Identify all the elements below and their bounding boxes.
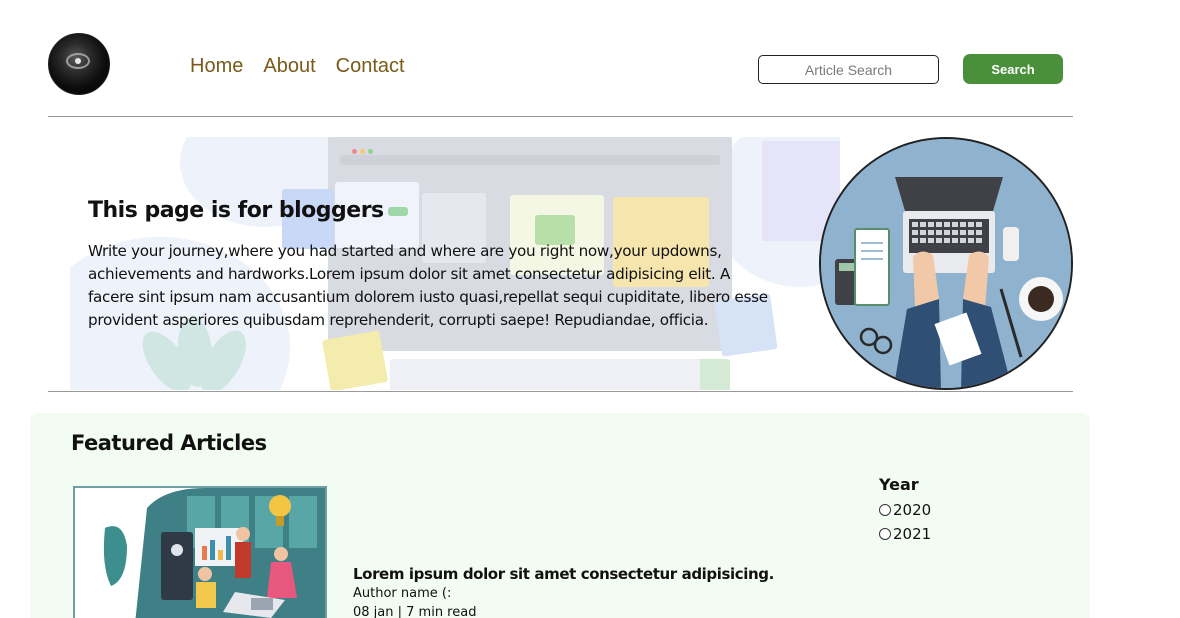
year-option-2020[interactable]: 2020 [879, 501, 931, 519]
laptop-desk-illustration [819, 137, 1073, 390]
year-option-label: 2020 [893, 501, 932, 519]
year-option-label: 2021 [893, 525, 932, 543]
article-search-input[interactable] [758, 55, 939, 84]
hero-description: Write your journey,where you had started… [88, 242, 768, 329]
nav-about-link[interactable]: About [263, 55, 315, 78]
header-divider [48, 116, 1073, 117]
nav-contact-link[interactable]: Contact [336, 55, 405, 78]
article-author: Author name (: [353, 586, 452, 601]
site-logo[interactable] [48, 33, 110, 95]
team-meeting-illustration[interactable] [73, 486, 327, 618]
radio-2020[interactable] [879, 504, 891, 516]
year-option-2021[interactable]: 2021 [879, 525, 931, 543]
article-title[interactable]: Lorem ipsum dolor sit amet consectetur a… [353, 565, 774, 583]
search-button[interactable]: Search [963, 54, 1063, 84]
logo-spark-icon [75, 58, 81, 64]
hero-title: This page is for bloggers [88, 198, 384, 223]
radio-2021[interactable] [879, 528, 891, 540]
featured-title: Featured Articles [71, 431, 267, 455]
nav-home-link[interactable]: Home [190, 55, 243, 78]
year-filter-label: Year [879, 475, 919, 494]
hero-divider [48, 391, 1073, 392]
main-nav: Home About Contact [190, 55, 405, 78]
article-meta: 08 jan | 7 min read [353, 605, 477, 618]
